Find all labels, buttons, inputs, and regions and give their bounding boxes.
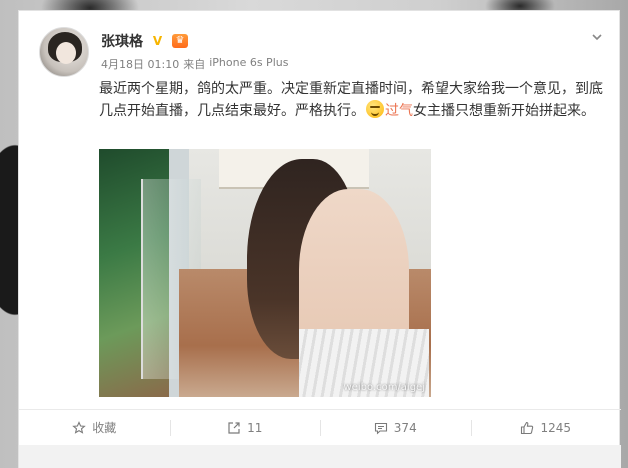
avatar[interactable] [39,27,89,77]
post-image[interactable]: weibo.com/aigej [99,149,431,397]
highlighted-word: 过气 [385,103,413,119]
vip-crown-icon[interactable]: ♛ [172,34,188,48]
like-count: 1245 [540,420,572,435]
favorite-button[interactable]: 收藏 [19,410,170,445]
more-options-chevron-icon[interactable] [591,31,603,43]
comment-count: 374 [393,420,417,435]
post-source[interactable]: iPhone 6s Plus [209,56,288,72]
card-footer-strip [19,445,621,468]
repost-icon [228,421,240,434]
repost-button[interactable]: 11 [169,410,321,445]
weibo-post-card: 张琪格 V ♛ 4月18日 01:10 来自 iPhone 6s Plus 最近… [18,10,621,468]
repost-count: 11 [247,420,263,435]
favorite-label: 收藏 [92,421,117,435]
post-timestamp[interactable]: 4月18日 01:10 [101,56,179,72]
author-name[interactable]: 张琪格 [101,31,143,51]
image-watermark: weibo.com/aigej [343,382,426,393]
star-icon [72,420,86,434]
verified-icon[interactable]: V [151,34,164,48]
author-row: 张琪格 V ♛ [101,31,188,51]
action-bar: 收藏 11 374 1245 [19,409,621,445]
post-meta: 4月18日 01:10 来自 iPhone 6s Plus [101,56,288,72]
post-text: 最近两个星期，鸽的太严重。决定重新定直播时间，希望大家给我一个意见，到底几点开始… [99,78,607,122]
thumbs-up-icon [521,421,534,434]
comment-button[interactable]: 374 [320,410,471,445]
smirk-emoji-icon [366,100,384,118]
post-text-part2: 女主播只想重新开始拼起来。 [413,103,595,119]
like-button[interactable]: 1245 [470,410,622,445]
source-prefix: 来自 [183,58,206,71]
comment-icon [374,422,387,435]
